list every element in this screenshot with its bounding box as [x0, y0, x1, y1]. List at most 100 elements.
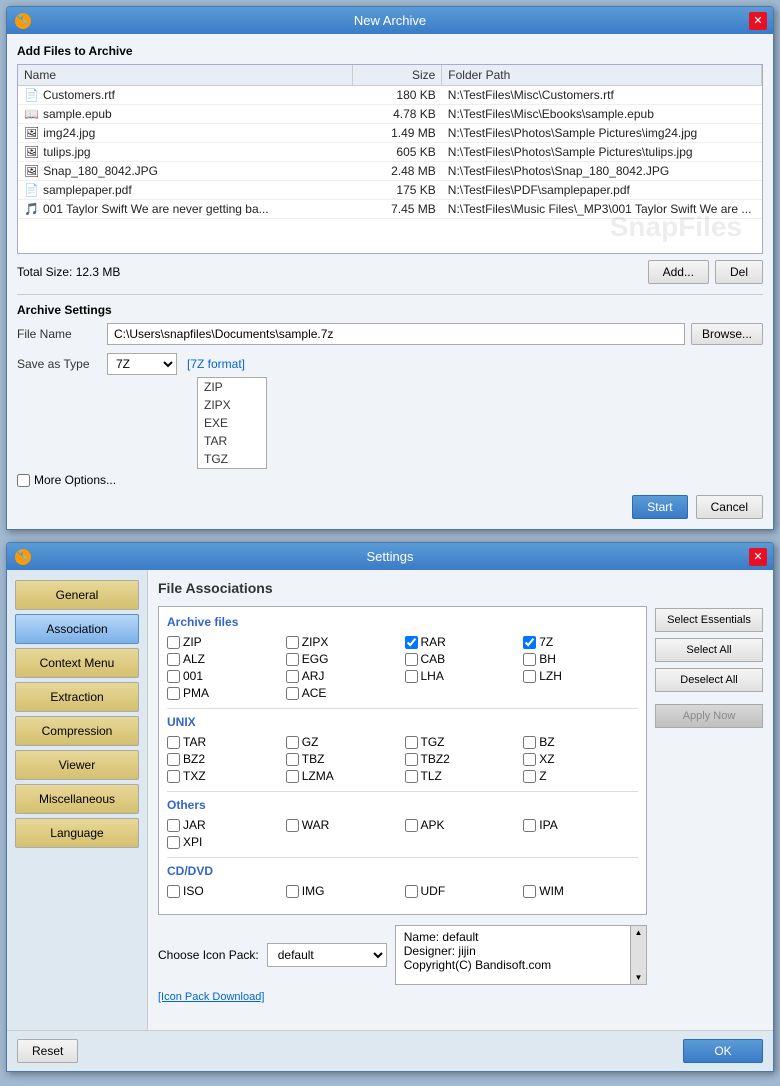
dropdown-list: ZIP ZIPX EXE TAR TGZ [197, 377, 267, 469]
cb-bz: BZ [523, 735, 638, 749]
cb-z-input[interactable] [523, 770, 536, 783]
cb-lha-input[interactable] [405, 670, 418, 683]
dropdown-item-tar[interactable]: TAR [198, 432, 266, 450]
cb-iso-input[interactable] [167, 885, 180, 898]
cb-001-label: 001 [183, 669, 203, 683]
cb-ipa-input[interactable] [523, 819, 536, 832]
dropdown-item-exe[interactable]: EXE [198, 414, 266, 432]
cb-lha: LHA [405, 669, 520, 683]
cb-bz-input[interactable] [523, 736, 536, 749]
sidebar-viewer[interactable]: Viewer [15, 750, 139, 780]
cb-egg-input[interactable] [286, 653, 299, 666]
cb-gz: GZ [286, 735, 401, 749]
reset-button[interactable]: Reset [17, 1039, 78, 1063]
cb-bz2-input[interactable] [167, 753, 180, 766]
archive-settings-header: Archive Settings [17, 303, 763, 317]
cb-tbz2: TBZ2 [405, 752, 520, 766]
cb-tgz-label: TGZ [421, 735, 445, 749]
file-list-container: Name Size Folder Path 📄Customers.rtf 180… [17, 64, 763, 254]
cb-alz: ALZ [167, 652, 282, 666]
cb-lha-label: LHA [421, 669, 444, 683]
archive-title-bar: 🔧 New Archive ✕ [7, 7, 773, 34]
cb-001-input[interactable] [167, 670, 180, 683]
add-button[interactable]: Add... [648, 260, 709, 284]
unix-group-title: UNIX [167, 715, 638, 729]
cb-xz-input[interactable] [523, 753, 536, 766]
cb-rar-input[interactable] [405, 636, 418, 649]
cb-img-input[interactable] [286, 885, 299, 898]
cb-lzh-input[interactable] [523, 670, 536, 683]
settings-window: 🔧 Settings ✕ General Association Context… [6, 542, 774, 1072]
sidebar-language[interactable]: Language [15, 818, 139, 848]
sidebar-general[interactable]: General [15, 580, 139, 610]
cb-udf-input[interactable] [405, 885, 418, 898]
cb-tgz-input[interactable] [405, 736, 418, 749]
cb-tbz2-input[interactable] [405, 753, 418, 766]
ok-button[interactable]: OK [683, 1039, 763, 1063]
cb-7z-input[interactable] [523, 636, 536, 649]
file-name-input[interactable] [107, 323, 685, 345]
cancel-button[interactable]: Cancel [696, 495, 763, 519]
cb-lzh: LZH [523, 669, 638, 683]
sidebar-context-menu[interactable]: Context Menu [15, 648, 139, 678]
cb-tlz-input[interactable] [405, 770, 418, 783]
cb-wim: WIM [523, 884, 638, 898]
cb-img-label: IMG [302, 884, 325, 898]
cb-zip-input[interactable] [167, 636, 180, 649]
cb-war-input[interactable] [286, 819, 299, 832]
cb-wim-input[interactable] [523, 885, 536, 898]
cb-alz-input[interactable] [167, 653, 180, 666]
icon-pack-download-link[interactable]: [Icon Pack Download] [158, 991, 264, 1003]
table-row: 🖼img24.jpg 1.49 MB N:\TestFiles\Photos\S… [18, 124, 762, 143]
cb-bz2: BZ2 [167, 752, 282, 766]
cb-tar-input[interactable] [167, 736, 180, 749]
cb-xpi-input[interactable] [167, 836, 180, 849]
file-table: Name Size Folder Path 📄Customers.rtf 180… [18, 65, 762, 219]
save-type-select[interactable]: 7Z ZIP ZIPX EXE TAR [107, 353, 177, 375]
sidebar-miscellaneous[interactable]: Miscellaneous [15, 784, 139, 814]
dropdown-item-zip[interactable]: ZIP [198, 378, 266, 396]
icon-pack-select[interactable]: default [267, 943, 387, 967]
icon-pack-scrollbar[interactable]: ▲ ▼ [630, 926, 646, 984]
save-type-label: Save as Type [17, 357, 107, 371]
cb-cab-input[interactable] [405, 653, 418, 666]
cb-war: WAR [286, 818, 401, 832]
cb-apk-input[interactable] [405, 819, 418, 832]
sidebar-extraction[interactable]: Extraction [15, 682, 139, 712]
dropdown-item-tgz[interactable]: TGZ [198, 450, 266, 468]
settings-body: General Association Context Menu Extract… [7, 570, 773, 1030]
cb-bh-input[interactable] [523, 653, 536, 666]
cb-txz-input[interactable] [167, 770, 180, 783]
dropdown-item-zipx[interactable]: ZIPX [198, 396, 266, 414]
cb-ace-input[interactable] [286, 687, 299, 700]
icon-pack-row: Choose Icon Pack: default Name: default … [158, 925, 647, 985]
cb-pma-input[interactable] [167, 687, 180, 700]
separator-2 [167, 791, 638, 792]
cb-bh: BH [523, 652, 638, 666]
settings-close-button[interactable]: ✕ [749, 548, 767, 566]
cb-lzma-input[interactable] [286, 770, 299, 783]
sidebar-association[interactable]: Association [15, 614, 139, 644]
select-all-button[interactable]: Select All [655, 638, 763, 662]
cb-jar-input[interactable] [167, 819, 180, 832]
deselect-all-button[interactable]: Deselect All [655, 668, 763, 692]
cb-tbz-input[interactable] [286, 753, 299, 766]
cb-gz-label: GZ [302, 735, 319, 749]
cb-rar: RAR [405, 635, 520, 649]
cb-arj-input[interactable] [286, 670, 299, 683]
sidebar-compression[interactable]: Compression [15, 716, 139, 746]
archive-close-button[interactable]: ✕ [749, 12, 767, 30]
file-name-cell: 📖sample.epub [18, 105, 353, 124]
browse-button[interactable]: Browse... [691, 323, 763, 345]
more-options-checkbox[interactable] [17, 474, 30, 487]
icon-pack-link-row: [Icon Pack Download] [158, 989, 647, 1003]
cb-zipx-input[interactable] [286, 636, 299, 649]
cb-gz-input[interactable] [286, 736, 299, 749]
del-button[interactable]: Del [715, 260, 763, 284]
file-size-cell: 2.48 MB [353, 162, 442, 181]
select-essentials-button[interactable]: Select Essentials [655, 608, 763, 632]
table-row: 📄samplepaper.pdf 175 KB N:\TestFiles\PDF… [18, 181, 762, 200]
start-button[interactable]: Start [632, 495, 687, 519]
archive-group-title: Archive files [167, 615, 638, 629]
apply-now-button[interactable]: Apply Now [655, 704, 763, 728]
